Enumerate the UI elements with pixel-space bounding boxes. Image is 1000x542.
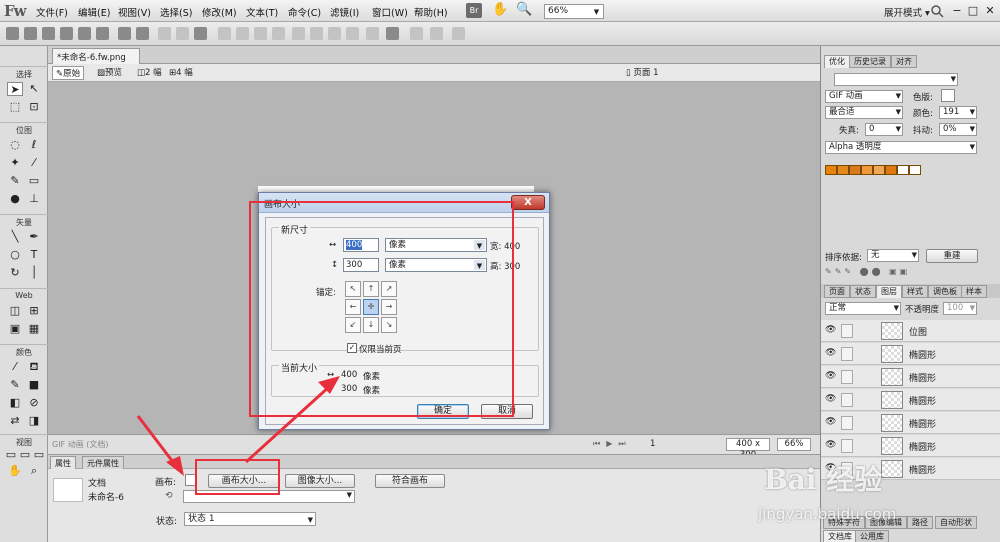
watermark: Bai 经验 jingyan.baidu.com xyxy=(744,453,1000,542)
watermark-url: jingyan.baidu.com xyxy=(758,505,897,523)
arrowhead-canvas-size xyxy=(166,456,184,476)
arrow-to-dialog xyxy=(244,384,332,464)
arrowhead-dialog xyxy=(318,376,340,394)
arrow-to-canvas-size xyxy=(136,415,178,467)
watermark-brand: Bai 经验 xyxy=(764,463,883,496)
